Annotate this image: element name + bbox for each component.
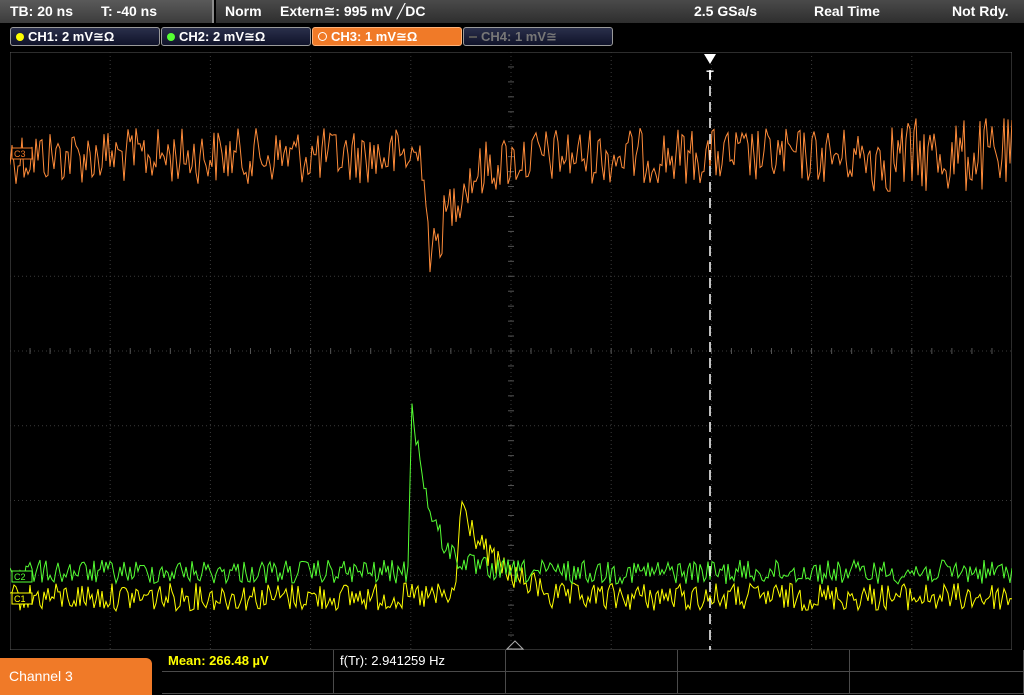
measurement-slot-10[interactable] — [850, 672, 1024, 694]
measurement-frequency[interactable]: f(Tr): 2.941259 Hz — [334, 650, 506, 672]
timebase-label[interactable]: TB: 20 ns — [10, 3, 73, 19]
channel-2-marker-label: C2 — [14, 572, 26, 582]
trigger-mode-label[interactable]: Norm — [225, 3, 262, 19]
channel-4-label: CH4: 1 mV≅ — [481, 29, 557, 44]
acquisition-status-label: Not Rdy. — [952, 3, 1009, 19]
waveform-svg[interactable]: T C3 C2 C1 — [10, 52, 1012, 650]
measurement-slot-5[interactable] — [850, 650, 1024, 672]
channel-4-tab[interactable]: CH4: 1 mV≅ — [463, 27, 613, 46]
channel-3-tab[interactable]: CH3: 1 mV≅Ω — [312, 27, 462, 46]
channel-3-label: CH3: 1 mV≅Ω — [331, 29, 418, 44]
measurement-table: Mean: 266.48 µV f(Tr): 2.941259 Hz — [162, 650, 1024, 695]
channel-tabs: CH1: 2 mV≅Ω CH2: 2 mV≅Ω CH3: 1 mV≅Ω CH4:… — [0, 23, 1024, 49]
measurement-slot-8[interactable] — [506, 672, 678, 694]
acquisition-mode-label[interactable]: Real Time — [814, 3, 880, 19]
measurement-slot-9[interactable] — [678, 672, 850, 694]
measurement-mean[interactable]: Mean: 266.48 µV — [162, 650, 334, 672]
channel-3-marker-label: C3 — [14, 149, 26, 159]
status-bar: TB: 20 ns T: -40 ns Norm Extern≅: 995 mV… — [0, 0, 1024, 23]
measurement-slot-4[interactable] — [678, 650, 850, 672]
measurement-slot-7[interactable] — [334, 672, 506, 694]
trigger-marker-label: T — [706, 68, 714, 82]
sample-rate-label[interactable]: 2.5 GSa/s — [694, 3, 757, 19]
trigger-acq-settings: Norm Extern≅: 995 mV ╱DC 2.5 GSa/s Real … — [216, 0, 1024, 23]
channel-1-label: CH1: 2 mV≅Ω — [28, 29, 115, 44]
channel-2-color-icon — [167, 33, 175, 41]
measurement-slot-6[interactable] — [162, 672, 334, 694]
measurement-slot-3[interactable] — [506, 650, 678, 672]
waveform-display[interactable]: T C3 C2 C1 — [10, 52, 1012, 650]
horizontal-settings[interactable]: TB: 20 ns T: -40 ns — [0, 0, 214, 23]
channel-2-tab[interactable]: CH2: 2 mV≅Ω — [161, 27, 311, 46]
channel-1-color-icon — [16, 33, 24, 41]
channel-3-color-icon — [318, 32, 327, 41]
trigger-offset-label[interactable]: T: -40 ns — [101, 3, 157, 19]
measurement-bar: Channel 3 Mean: 266.48 µV f(Tr): 2.94125… — [0, 650, 1024, 695]
channel-2-label: CH2: 2 mV≅Ω — [179, 29, 266, 44]
trigger-source-label[interactable]: Extern≅: 995 mV ╱DC — [280, 3, 425, 20]
channel-1-marker-label: C1 — [14, 594, 26, 604]
channel-4-off-icon — [469, 36, 477, 38]
channel-1-tab[interactable]: CH1: 2 mV≅Ω — [10, 27, 160, 46]
selected-channel-label[interactable]: Channel 3 — [0, 658, 152, 695]
